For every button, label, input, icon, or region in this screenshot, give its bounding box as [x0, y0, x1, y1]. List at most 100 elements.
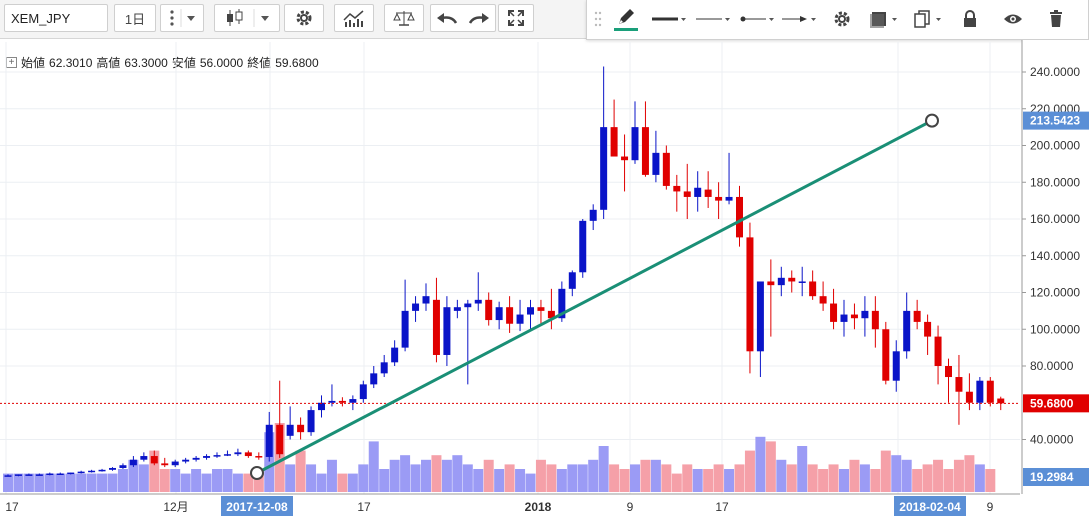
candle-body	[621, 156, 629, 161]
volume-bar	[347, 473, 358, 492]
more-icon	[170, 9, 195, 27]
candle-body	[986, 380, 994, 403]
redo-icon[interactable]	[468, 13, 489, 24]
candle-body	[527, 307, 534, 315]
line-end-button[interactable]	[779, 6, 819, 32]
volume-bar	[212, 469, 222, 492]
chart-type-button[interactable]	[214, 4, 280, 32]
volume-bar	[682, 464, 693, 492]
trend-handle-start	[250, 466, 264, 480]
volume-bar	[671, 473, 682, 492]
volume-bar	[285, 464, 296, 492]
drag-handle-icon	[594, 11, 602, 27]
candle-body	[171, 461, 179, 466]
candle-body	[129, 459, 137, 466]
compare-button[interactable]	[384, 4, 424, 32]
candle-body	[913, 310, 921, 322]
candle-body	[192, 457, 200, 460]
price-chart[interactable]: 240.0000220.0000200.0000180.0000160.0000…	[0, 0, 1089, 516]
delete-button[interactable]	[1043, 6, 1069, 32]
candle-body	[777, 277, 785, 286]
eye-icon	[1004, 14, 1022, 24]
volume-bar	[379, 469, 390, 492]
symbol-input[interactable]: XEM_JPY	[4, 4, 108, 32]
volume-bar	[891, 455, 902, 492]
trend-handle-end	[925, 113, 939, 128]
volume-bar	[901, 459, 912, 492]
time-tick-label: 9	[627, 500, 634, 514]
candle-body	[955, 377, 963, 392]
candle-body	[871, 310, 879, 330]
drawing-settings-button[interactable]	[827, 6, 857, 32]
clone-button[interactable]	[911, 6, 947, 32]
candle-body	[997, 398, 1005, 404]
visibility-button[interactable]	[999, 6, 1027, 32]
volume-bar	[23, 473, 34, 492]
expand-legend-icon[interactable]: +	[6, 57, 17, 68]
candle-body	[631, 127, 639, 161]
candle-body	[788, 277, 796, 282]
indicators-button[interactable]	[334, 4, 374, 32]
volume-bar	[744, 450, 755, 492]
interval-label: 1日	[124, 11, 146, 27]
lock-button[interactable]	[957, 6, 983, 32]
low-label: 安値	[171, 56, 196, 70]
candle-body	[318, 402, 325, 411]
fullscreen-icon	[508, 10, 524, 26]
line-arrow-icon	[782, 16, 816, 22]
volume-bar	[515, 469, 526, 492]
volume-bar	[828, 464, 839, 492]
pen-color-button[interactable]	[609, 6, 643, 32]
volume-bar	[159, 469, 170, 492]
time-tick-label: 17	[715, 500, 729, 514]
candle-body	[756, 281, 764, 352]
candle-body	[589, 209, 597, 221]
interval-menu[interactable]	[160, 4, 204, 32]
time-tick-label: 17	[357, 500, 371, 514]
line-style-button[interactable]	[693, 6, 733, 32]
line-start-button[interactable]	[737, 6, 777, 32]
volume-bar	[306, 464, 317, 492]
time-tick-label: 2	[895, 500, 902, 514]
settings-button[interactable]	[284, 4, 324, 32]
candle-body	[882, 329, 890, 381]
candle-body	[516, 314, 524, 324]
volume-bar	[880, 450, 891, 492]
candle-body	[662, 152, 670, 186]
candle-body	[182, 459, 190, 462]
background-color-button[interactable]	[867, 6, 903, 32]
volume-bar	[630, 464, 640, 492]
price-tick-label: 140.0000	[1030, 249, 1080, 263]
undo-icon[interactable]	[437, 13, 458, 24]
candle-body	[67, 472, 75, 475]
drag-handle[interactable]	[591, 6, 605, 32]
candle-body	[297, 424, 305, 433]
volume-bar	[577, 464, 588, 492]
volume-bar	[107, 473, 118, 492]
volume-bar	[839, 469, 849, 492]
candle-body	[77, 471, 85, 474]
volume-bar	[483, 459, 494, 492]
volume-bar	[441, 459, 452, 492]
candle-body	[736, 196, 743, 238]
volume-bar	[389, 459, 400, 492]
candle-body	[255, 456, 263, 458]
volume-bar	[431, 455, 442, 492]
line-width-button[interactable]	[649, 6, 689, 32]
candle-body	[746, 237, 754, 352]
time-range-start-label: 2017-12-08	[226, 500, 288, 514]
candle-body	[359, 384, 367, 400]
time-tick-label: 9	[987, 500, 994, 514]
interval-button[interactable]: 1日	[114, 4, 156, 32]
volume-bar	[964, 455, 975, 492]
volume-bar	[535, 459, 546, 492]
high-value: 63.3000	[124, 55, 168, 70]
candle-body	[338, 400, 346, 403]
price-axis: 240.0000 220.0000 200.0000 180.0000 160.0000…	[1021, 40, 1089, 516]
candle-body	[673, 185, 681, 192]
fullscreen-button[interactable]	[498, 4, 534, 32]
candle-body	[150, 456, 158, 464]
pen-icon	[619, 8, 634, 24]
volume-bar	[985, 469, 996, 492]
volume-bar	[776, 459, 787, 492]
